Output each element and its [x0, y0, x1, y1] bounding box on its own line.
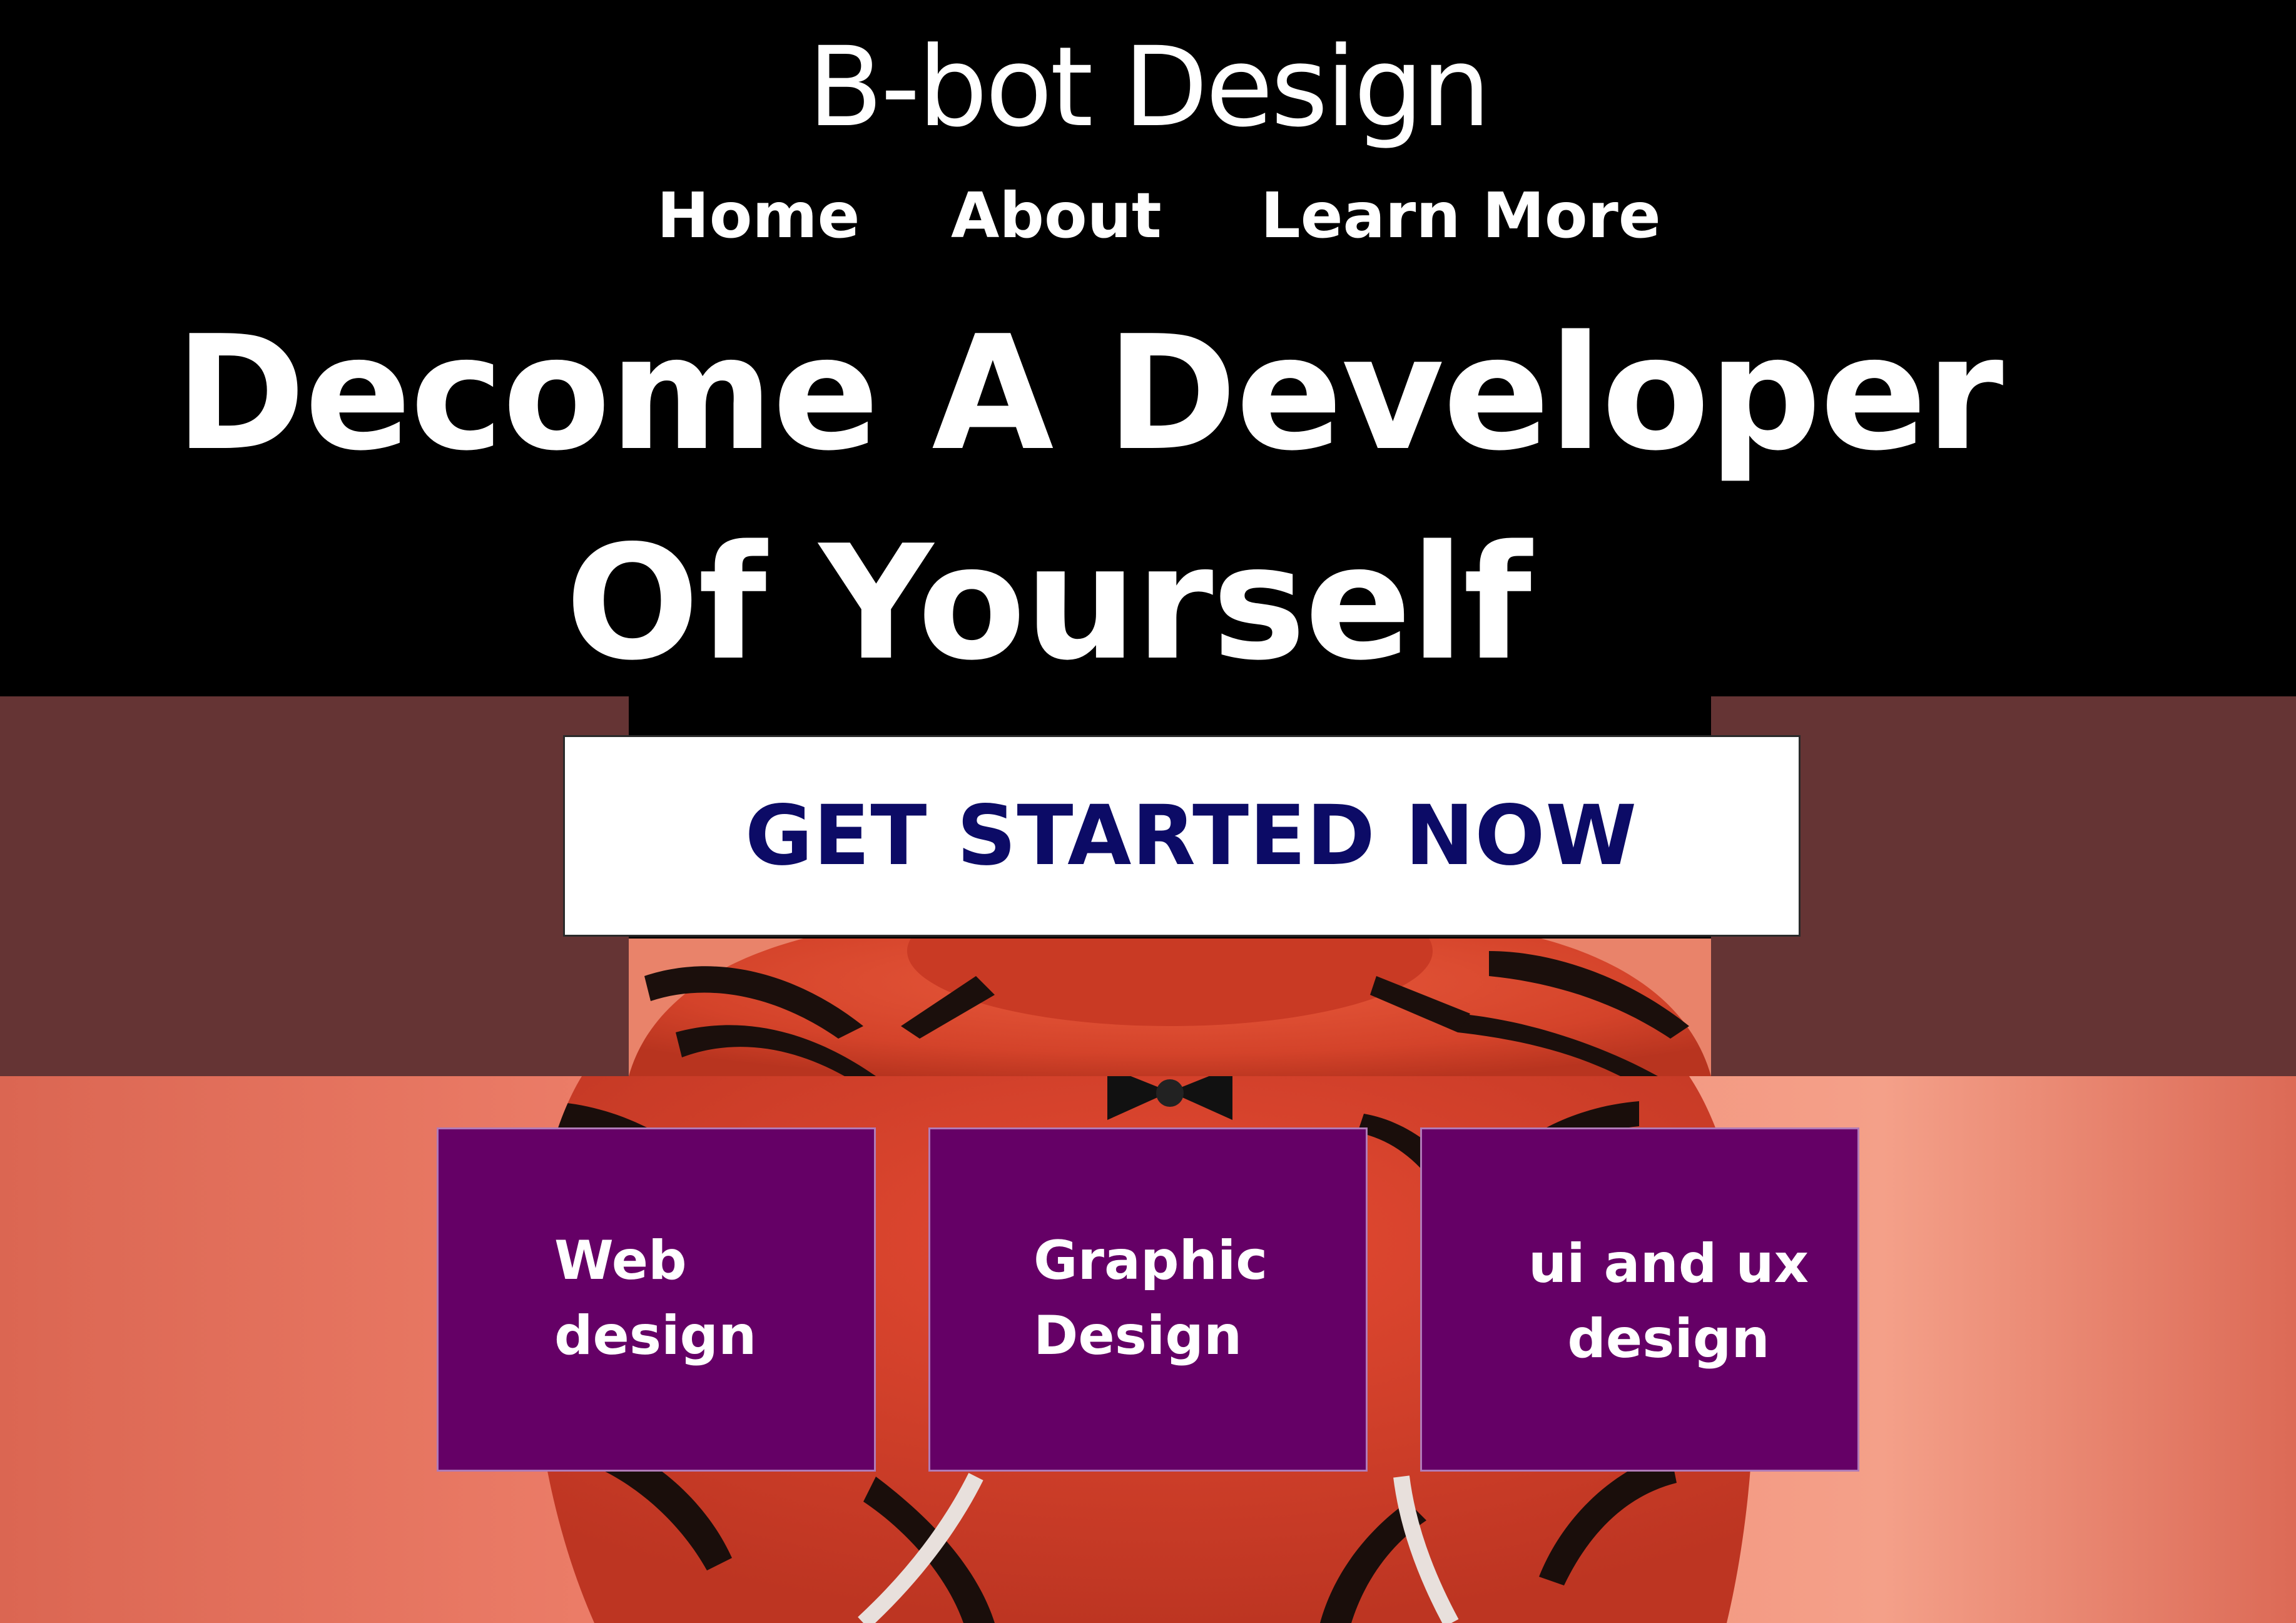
hero-headline-line-1: Decome A Developer [175, 302, 2004, 486]
nav-home[interactable]: Home [657, 175, 860, 257]
hero-headline-line-2: Of Yourself [565, 512, 1532, 695]
get-started-button[interactable]: GET STARTED NOW [563, 735, 1801, 937]
get-started-label: GET STARTED NOW [744, 788, 1638, 884]
service-card-ui-ux-design[interactable]: ui and ux design [1420, 1127, 1859, 1472]
service-card-label: Web design [554, 1229, 757, 1367]
service-card-graphic-design[interactable]: Graphic Design [928, 1127, 1368, 1472]
service-card-label: ui and ux design [1528, 1233, 1809, 1370]
nav-learn-more[interactable]: Learn More [1261, 175, 1661, 257]
service-card-web-design[interactable]: Web design [437, 1127, 876, 1472]
nav-about[interactable]: About [951, 175, 1162, 257]
service-card-label: Graphic Design [1034, 1229, 1268, 1367]
page: B-bot Design Home About Learn More Decom… [0, 0, 2296, 1623]
brand-title: B-bot Design [807, 23, 1491, 151]
